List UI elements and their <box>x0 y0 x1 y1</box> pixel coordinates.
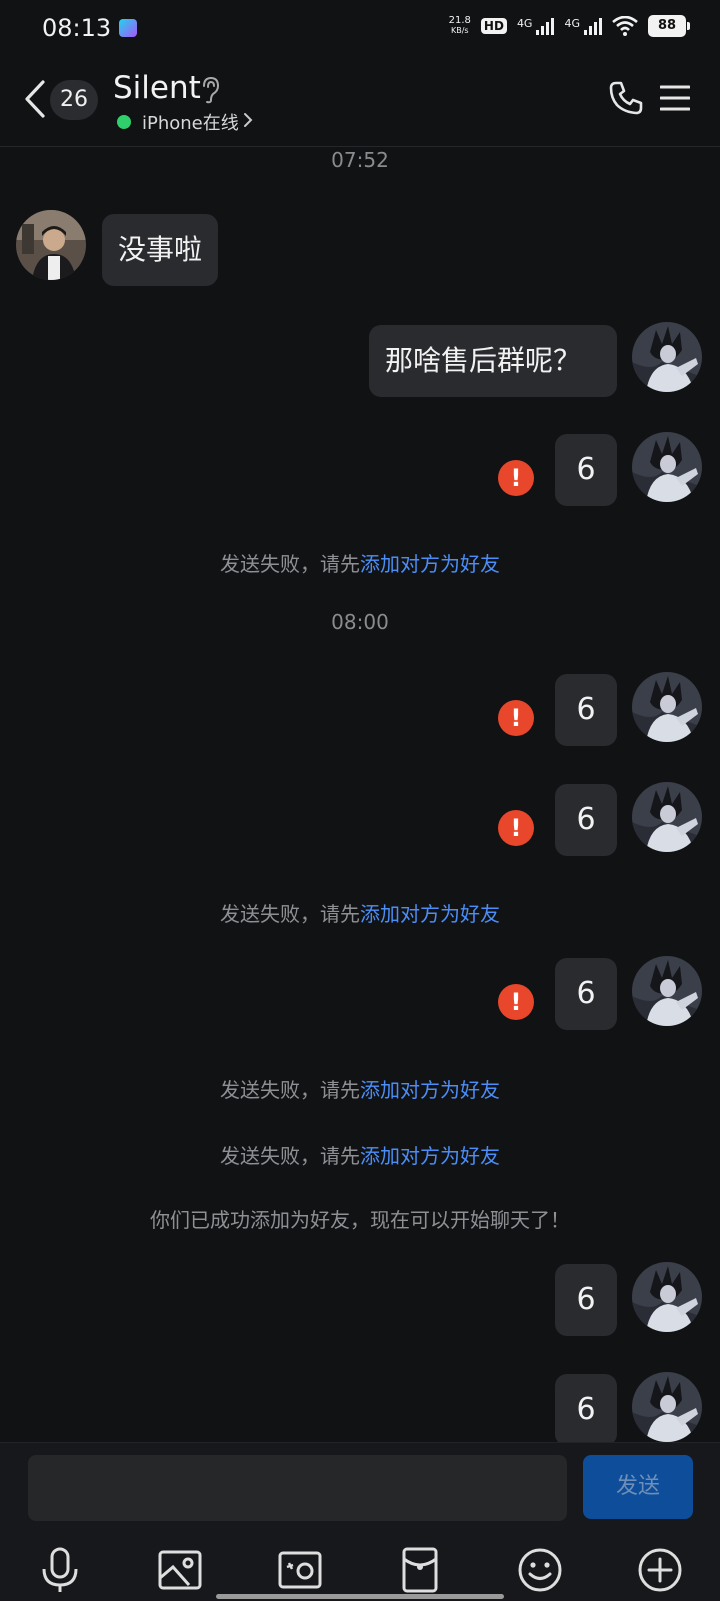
my-avatar-image <box>632 782 702 852</box>
my-avatar[interactable] <box>632 1372 702 1442</box>
red-packet-icon[interactable] <box>395 1545 445 1595</box>
sim2-label: 4G <box>564 17 580 30</box>
signal-icon: 4G <box>517 17 555 35</box>
send-failed-icon[interactable]: ! <box>498 460 534 496</box>
system-message-text: 发送失败，请先 <box>220 1078 360 1102</box>
plus-icon[interactable] <box>635 1545 685 1595</box>
my-avatar-image <box>632 432 702 502</box>
input-bar: 发送 <box>0 1442 720 1601</box>
status-indicators: 21.8 KB/s HD 4G 4G 88 <box>449 15 690 37</box>
timestamp: 07:52 <box>331 148 389 172</box>
battery-icon: 88 <box>648 15 690 37</box>
ear-icon <box>203 76 220 104</box>
wifi-icon <box>612 16 638 36</box>
system-message: 发送失败，请先添加对方为好友 <box>0 1140 720 1169</box>
outgoing-message[interactable]: 6 <box>555 1264 617 1336</box>
online-status[interactable]: iPhone在线 <box>142 109 239 135</box>
camera-icon[interactable] <box>275 1545 325 1595</box>
add-friend-link[interactable]: 添加对方为好友 <box>360 1078 500 1102</box>
unread-count-badge[interactable]: 26 <box>50 80 98 120</box>
phone-icon[interactable] <box>608 80 644 116</box>
send-button[interactable]: 发送 <box>583 1455 693 1519</box>
my-avatar[interactable] <box>632 1262 702 1332</box>
my-avatar[interactable] <box>632 956 702 1026</box>
online-indicator <box>117 115 131 129</box>
send-failed-icon[interactable]: ! <box>498 984 534 1020</box>
contact-avatar[interactable] <box>16 210 86 280</box>
contact-avatar-image <box>16 210 86 280</box>
system-message: 发送失败，请先添加对方为好友 <box>0 1074 720 1103</box>
home-indicator[interactable] <box>216 1594 504 1599</box>
incoming-message[interactable]: 没事啦 <box>102 214 219 286</box>
send-failed-icon[interactable]: ! <box>498 700 534 736</box>
image-icon[interactable] <box>155 1545 205 1595</box>
chevron-right-icon[interactable] <box>243 112 253 128</box>
outgoing-message[interactable]: 6 <box>555 434 617 506</box>
add-friend-link[interactable]: 添加对方为好友 <box>360 902 500 926</box>
status-time: 08:13 <box>42 14 112 42</box>
add-friend-link[interactable]: 添加对方为好友 <box>360 552 500 576</box>
system-message: 发送失败，请先添加对方为好友 <box>0 548 720 577</box>
network-speed-value: 21.8 <box>448 15 471 26</box>
system-message-text: 发送失败，请先 <box>220 902 360 926</box>
hd-icon: HD <box>480 18 507 34</box>
my-avatar-image <box>632 322 702 392</box>
my-avatar[interactable] <box>632 782 702 852</box>
outgoing-message[interactable]: 6 <box>555 958 617 1030</box>
timestamp: 08:00 <box>331 610 389 634</box>
back-arrow-icon[interactable] <box>24 80 46 118</box>
my-avatar[interactable] <box>632 432 702 502</box>
my-avatar[interactable] <box>632 322 702 392</box>
system-message-text: 发送失败，请先 <box>220 1144 360 1168</box>
outgoing-message[interactable]: 6 <box>555 1374 617 1446</box>
network-speed-unit: KB/s <box>450 26 469 35</box>
friend-added-notice: 你们已成功添加为好友，现在可以开始聊天了！ <box>150 1208 570 1232</box>
my-avatar[interactable] <box>632 672 702 742</box>
contact-name[interactable]: Silent <box>113 70 201 106</box>
signal-icon-2: 4G <box>564 17 602 35</box>
app-notification-icon <box>119 19 137 37</box>
sim1-label: 4G <box>516 17 533 30</box>
my-avatar-image <box>632 672 702 742</box>
my-avatar-image <box>632 1262 702 1332</box>
emoji-icon[interactable] <box>515 1545 565 1595</box>
outgoing-message[interactable]: 6 <box>555 784 617 856</box>
network-speed: 21.8 KB/s <box>449 16 471 36</box>
add-friend-link[interactable]: 添加对方为好友 <box>360 1144 500 1168</box>
mic-icon[interactable] <box>35 1545 85 1595</box>
system-message-text: 发送失败，请先 <box>220 552 360 576</box>
chat-header: 26 Silent iPhone在线 <box>0 58 720 147</box>
send-failed-icon[interactable]: ! <box>498 810 534 846</box>
message-input[interactable] <box>28 1455 567 1521</box>
my-avatar-image <box>632 1372 702 1442</box>
my-avatar-image <box>632 956 702 1026</box>
outgoing-message[interactable]: 那啥售后群呢？ <box>369 325 617 397</box>
outgoing-message[interactable]: 6 <box>555 674 617 746</box>
system-message: 发送失败，请先添加对方为好友 <box>0 898 720 927</box>
menu-icon[interactable] <box>660 84 690 112</box>
